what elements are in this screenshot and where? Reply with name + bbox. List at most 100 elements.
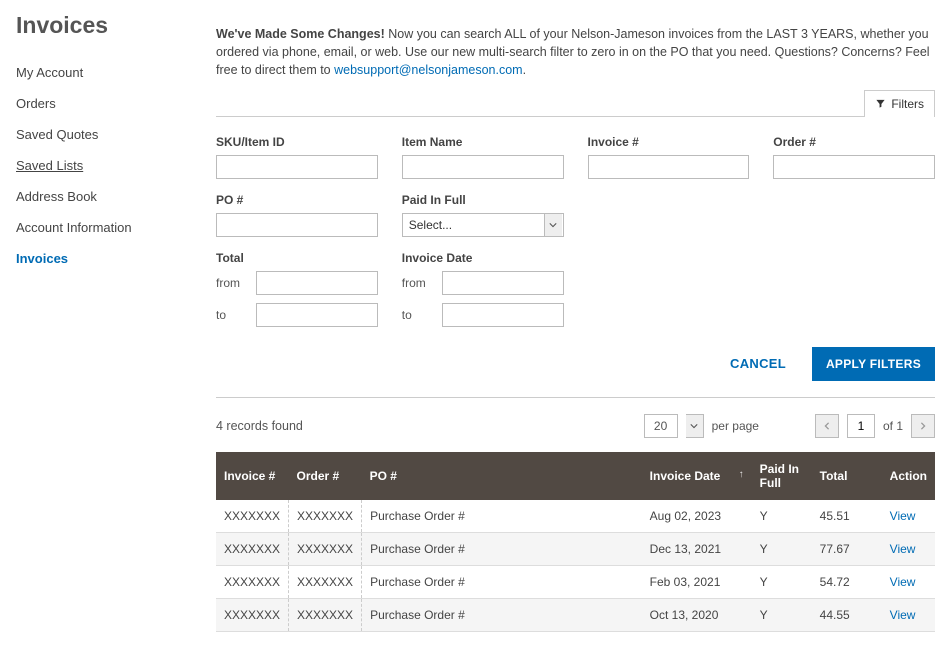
sidebar-item-my-account[interactable]: My Account: [16, 57, 196, 88]
cell-paid: Y: [752, 500, 812, 533]
table-row: XXXXXXXXXXXXXXPurchase Order #Dec 13, 20…: [216, 532, 935, 565]
total-to-input[interactable]: [256, 303, 378, 327]
cell-paid: Y: [752, 532, 812, 565]
filter-icon: [875, 98, 886, 109]
cell-po: Purchase Order #: [362, 565, 642, 598]
sidebar-item-orders[interactable]: Orders: [16, 88, 196, 119]
date-to-label: to: [402, 308, 432, 322]
sort-ascending-icon: ↑: [739, 469, 744, 480]
filter-actions: CANCEL APPLY FILTERS: [216, 347, 935, 398]
page-title: Invoices: [16, 12, 196, 39]
filter-po-no-label: PO #: [216, 193, 378, 207]
cell-total: 45.51: [812, 500, 882, 533]
paid-in-full-select[interactable]: Select...: [402, 213, 564, 237]
cell-total: 44.55: [812, 598, 882, 631]
view-link[interactable]: View: [890, 608, 916, 622]
date-to-input[interactable]: [442, 303, 564, 327]
cell-order: XXXXXXX: [289, 500, 362, 533]
po-no-input[interactable]: [216, 213, 378, 237]
records-found: 4 records found: [216, 419, 303, 433]
cell-action: View: [882, 500, 935, 533]
prev-page-button[interactable]: [815, 414, 839, 438]
chevron-down-icon: [544, 214, 562, 236]
filter-item-name-label: Item Name: [402, 135, 564, 149]
sidebar-item-saved-lists[interactable]: Saved Lists: [16, 150, 196, 181]
total-from-label: from: [216, 276, 246, 290]
filter-paid-in-full: Paid In Full Select...: [402, 193, 564, 237]
per-page-value: 20: [644, 414, 678, 438]
filter-invoice-no: Invoice #: [588, 135, 750, 179]
cell-action: View: [882, 532, 935, 565]
date-from-input[interactable]: [442, 271, 564, 295]
pager: 20 per page of 1: [644, 414, 935, 438]
view-link[interactable]: View: [890, 542, 916, 556]
table-row: XXXXXXXXXXXXXXPurchase Order #Aug 02, 20…: [216, 500, 935, 533]
filter-bar: Filters: [216, 89, 935, 117]
cell-po: Purchase Order #: [362, 500, 642, 533]
cell-paid: Y: [752, 565, 812, 598]
filters-form: SKU/Item ID Item Name Invoice # Order # …: [216, 135, 935, 335]
view-link[interactable]: View: [890, 509, 916, 523]
filter-invoice-date: Invoice Date from to: [402, 251, 564, 335]
table-row: XXXXXXXXXXXXXXPurchase Order #Oct 13, 20…: [216, 598, 935, 631]
col-paid[interactable]: Paid In Full: [752, 452, 812, 500]
cell-date: Dec 13, 2021: [642, 532, 752, 565]
col-total[interactable]: Total: [812, 452, 882, 500]
filters-toggle-label: Filters: [891, 97, 924, 111]
apply-filters-button[interactable]: APPLY FILTERS: [812, 347, 935, 381]
col-action: Action: [882, 452, 935, 500]
table-body: XXXXXXXXXXXXXXPurchase Order #Aug 02, 20…: [216, 500, 935, 632]
filter-paid-label: Paid In Full: [402, 193, 564, 207]
sidebar-item-invoices[interactable]: Invoices: [16, 243, 196, 274]
filter-sku: SKU/Item ID: [216, 135, 378, 179]
sidebar-item-address-book[interactable]: Address Book: [16, 181, 196, 212]
item-name-input[interactable]: [402, 155, 564, 179]
col-date-label: Invoice Date: [650, 469, 721, 483]
sidebar-item-saved-quotes[interactable]: Saved Quotes: [16, 119, 196, 150]
date-from-label: from: [402, 276, 432, 290]
order-no-input[interactable]: [773, 155, 935, 179]
support-email-link[interactable]: websupport@nelsonjameson.com: [334, 63, 522, 77]
filter-sku-label: SKU/Item ID: [216, 135, 378, 149]
next-page-button[interactable]: [911, 414, 935, 438]
intro-message: We've Made Some Changes! Now you can sea…: [216, 25, 935, 79]
table-row: XXXXXXXXXXXXXXPurchase Order #Feb 03, 20…: [216, 565, 935, 598]
invoice-no-input[interactable]: [588, 155, 750, 179]
invoices-table: Invoice # Order # PO # Invoice Date ↑ Pai…: [216, 452, 935, 632]
cell-paid: Y: [752, 598, 812, 631]
cell-date: Feb 03, 2021: [642, 565, 752, 598]
intro-suffix: .: [523, 63, 526, 77]
page-number-input[interactable]: [847, 414, 875, 438]
filter-total-label: Total: [216, 251, 378, 265]
sidebar-item-account-information[interactable]: Account Information: [16, 212, 196, 243]
col-date[interactable]: Invoice Date ↑: [642, 452, 752, 500]
cell-po: Purchase Order #: [362, 598, 642, 631]
sku-input[interactable]: [216, 155, 378, 179]
cancel-button[interactable]: CANCEL: [724, 355, 792, 372]
main-content: We've Made Some Changes! Now you can sea…: [216, 12, 935, 632]
cell-date: Aug 02, 2023: [642, 500, 752, 533]
filter-order-no-label: Order #: [773, 135, 935, 149]
col-order[interactable]: Order #: [289, 452, 362, 500]
table-header: Invoice # Order # PO # Invoice Date ↑ Pai…: [216, 452, 935, 500]
total-to-label: to: [216, 308, 246, 322]
cell-action: View: [882, 598, 935, 631]
filter-order-no: Order #: [773, 135, 935, 179]
filter-po-no: PO #: [216, 193, 378, 237]
cell-action: View: [882, 565, 935, 598]
filters-toggle-button[interactable]: Filters: [864, 90, 935, 117]
intro-bold: We've Made Some Changes!: [216, 27, 385, 41]
sidebar: Invoices My AccountOrdersSaved QuotesSav…: [16, 12, 216, 632]
cell-total: 77.67: [812, 532, 882, 565]
view-link[interactable]: View: [890, 575, 916, 589]
total-from-input[interactable]: [256, 271, 378, 295]
col-po[interactable]: PO #: [362, 452, 642, 500]
per-page-dropdown[interactable]: [686, 414, 704, 438]
cell-invoice: XXXXXXX: [216, 565, 289, 598]
cell-invoice: XXXXXXX: [216, 500, 289, 533]
filter-invoice-no-label: Invoice #: [588, 135, 750, 149]
cell-order: XXXXXXX: [289, 565, 362, 598]
per-page-label: per page: [712, 419, 759, 433]
filter-date-label: Invoice Date: [402, 251, 564, 265]
col-invoice[interactable]: Invoice #: [216, 452, 289, 500]
